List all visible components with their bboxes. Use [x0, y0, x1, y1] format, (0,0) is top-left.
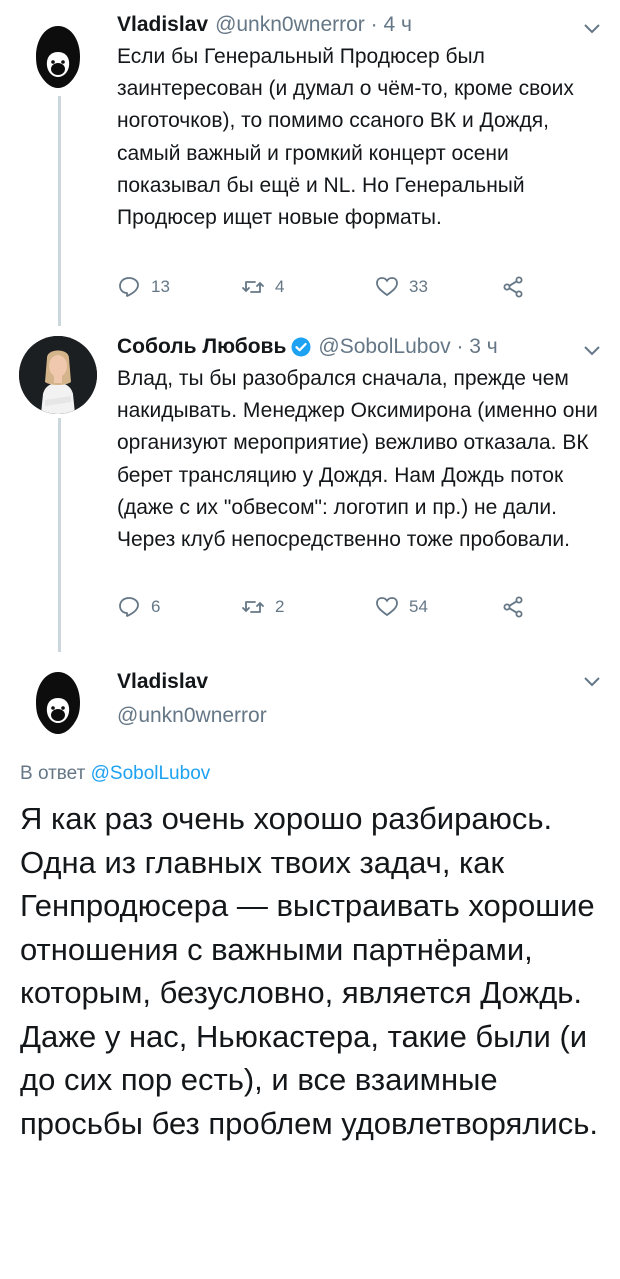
avatar-vladislav[interactable]: [23, 22, 93, 92]
like-icon: [376, 597, 398, 616]
retweet-count: 4: [275, 277, 285, 296]
author-handle-time[interactable]: @SobolLubov · 3 ч: [318, 335, 497, 359]
author-handle-time[interactable]: @unkn0wnerror · 4 ч: [215, 13, 412, 37]
tweet-2-header: Соболь Любовь @SobolLubov · 3 ч: [117, 335, 498, 359]
main-tweet-text: Я как раз очень хорошо разбираюсь. Одна …: [20, 801, 599, 1141]
author-name[interactable]: Vladislav: [117, 670, 208, 694]
tweet-1-actions: 13 4 33: [117, 275, 537, 303]
verified-badge-icon: [291, 337, 311, 357]
share-button[interactable]: [501, 595, 535, 619]
share-icon: [503, 276, 523, 298]
like-count: 54: [409, 597, 428, 616]
tweet-1-header: Vladislav @unkn0wnerror · 4 ч: [117, 13, 412, 37]
reply-icon: [119, 597, 139, 617]
share-button[interactable]: [501, 275, 535, 299]
tweet-1-text: Если бы Генеральный Продюсер был заинтер…: [117, 45, 574, 230]
like-button[interactable]: 33: [375, 275, 428, 299]
anonymous-avatar-icon: [36, 26, 80, 88]
reply-to-handle[interactable]: @SobolLubov: [91, 763, 211, 784]
tweet-2-text: Влад, ты бы разобрался сначала, прежде ч…: [117, 367, 598, 552]
retweet-count: 2: [275, 597, 285, 616]
reply-to-line: В ответ @SobolLubov: [20, 763, 210, 785]
thread-line-2: [58, 418, 61, 652]
reply-to-prefix: В ответ: [20, 763, 86, 784]
like-icon: [376, 277, 398, 296]
chevron-down-icon[interactable]: [583, 676, 601, 688]
avatar-vladislav[interactable]: [23, 668, 93, 738]
chevron-down-icon[interactable]: [583, 23, 601, 35]
like-button[interactable]: 54: [375, 595, 428, 619]
author-handle[interactable]: @unkn0wnerror: [117, 704, 267, 728]
retweet-icon: [242, 281, 264, 293]
chevron-down-icon[interactable]: [583, 345, 601, 357]
tweet-2-actions: 6 2 54: [117, 595, 537, 623]
reply-count: 13: [151, 277, 170, 296]
profile-photo: [19, 336, 97, 414]
reply-icon: [119, 277, 139, 297]
author-name[interactable]: Соболь Любовь: [117, 335, 286, 359]
share-icon: [503, 596, 523, 618]
retweet-button[interactable]: 2: [241, 595, 284, 619]
reply-button[interactable]: 13: [117, 275, 170, 299]
anonymous-avatar-icon: [36, 672, 80, 734]
retweet-button[interactable]: 4: [241, 275, 284, 299]
retweet-icon: [242, 601, 264, 613]
reply-button[interactable]: 6: [117, 595, 160, 619]
avatar-sobol[interactable]: [19, 336, 97, 414]
thread-line-1: [58, 96, 61, 326]
like-count: 33: [409, 277, 428, 296]
reply-count: 6: [151, 597, 161, 616]
author-name[interactable]: Vladislav: [117, 13, 208, 37]
